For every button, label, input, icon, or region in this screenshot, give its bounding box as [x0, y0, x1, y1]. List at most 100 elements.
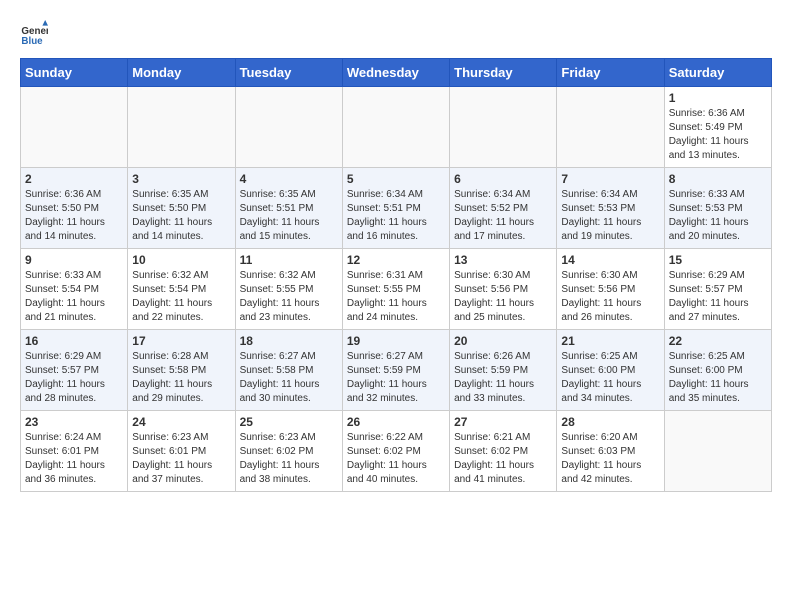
calendar-header-row: SundayMondayTuesdayWednesdayThursdayFrid…: [21, 59, 772, 87]
day-number: 15: [669, 253, 767, 267]
page-header: General Blue: [20, 20, 772, 48]
calendar-cell: 14 Sunrise: 6:30 AMSunset: 5:56 PMDaylig…: [557, 249, 664, 330]
day-info: Sunrise: 6:26 AMSunset: 5:59 PMDaylight:…: [454, 351, 534, 404]
calendar-cell: [664, 411, 771, 492]
calendar-cell: 23 Sunrise: 6:24 AMSunset: 6:01 PMDaylig…: [21, 411, 128, 492]
calendar-cell: 5 Sunrise: 6:34 AMSunset: 5:51 PMDayligh…: [342, 168, 449, 249]
day-info: Sunrise: 6:33 AMSunset: 5:54 PMDaylight:…: [25, 270, 105, 323]
calendar-table: SundayMondayTuesdayWednesdayThursdayFrid…: [20, 58, 772, 492]
day-info: Sunrise: 6:29 AMSunset: 5:57 PMDaylight:…: [25, 351, 105, 404]
calendar-cell: 16 Sunrise: 6:29 AMSunset: 5:57 PMDaylig…: [21, 330, 128, 411]
day-number: 23: [25, 415, 123, 429]
col-header-saturday: Saturday: [664, 59, 771, 87]
col-header-monday: Monday: [128, 59, 235, 87]
day-number: 9: [25, 253, 123, 267]
day-number: 12: [347, 253, 445, 267]
day-info: Sunrise: 6:35 AMSunset: 5:50 PMDaylight:…: [132, 189, 212, 242]
calendar-cell: [557, 87, 664, 168]
calendar-cell: 9 Sunrise: 6:33 AMSunset: 5:54 PMDayligh…: [21, 249, 128, 330]
day-number: 8: [669, 172, 767, 186]
day-info: Sunrise: 6:25 AMSunset: 6:00 PMDaylight:…: [669, 351, 749, 404]
calendar-cell: 28 Sunrise: 6:20 AMSunset: 6:03 PMDaylig…: [557, 411, 664, 492]
day-info: Sunrise: 6:21 AMSunset: 6:02 PMDaylight:…: [454, 432, 534, 485]
day-number: 6: [454, 172, 552, 186]
calendar-cell: 4 Sunrise: 6:35 AMSunset: 5:51 PMDayligh…: [235, 168, 342, 249]
day-number: 4: [240, 172, 338, 186]
calendar-week-1: 1 Sunrise: 6:36 AMSunset: 5:49 PMDayligh…: [21, 87, 772, 168]
col-header-sunday: Sunday: [21, 59, 128, 87]
day-number: 14: [561, 253, 659, 267]
day-number: 22: [669, 334, 767, 348]
day-info: Sunrise: 6:33 AMSunset: 5:53 PMDaylight:…: [669, 189, 749, 242]
day-info: Sunrise: 6:30 AMSunset: 5:56 PMDaylight:…: [561, 270, 641, 323]
day-number: 21: [561, 334, 659, 348]
day-number: 2: [25, 172, 123, 186]
day-info: Sunrise: 6:22 AMSunset: 6:02 PMDaylight:…: [347, 432, 427, 485]
calendar-cell: 2 Sunrise: 6:36 AMSunset: 5:50 PMDayligh…: [21, 168, 128, 249]
calendar-cell: 20 Sunrise: 6:26 AMSunset: 5:59 PMDaylig…: [450, 330, 557, 411]
day-info: Sunrise: 6:25 AMSunset: 6:00 PMDaylight:…: [561, 351, 641, 404]
calendar-cell: 8 Sunrise: 6:33 AMSunset: 5:53 PMDayligh…: [664, 168, 771, 249]
calendar-cell: 15 Sunrise: 6:29 AMSunset: 5:57 PMDaylig…: [664, 249, 771, 330]
calendar-cell: 19 Sunrise: 6:27 AMSunset: 5:59 PMDaylig…: [342, 330, 449, 411]
col-header-thursday: Thursday: [450, 59, 557, 87]
calendar-week-2: 2 Sunrise: 6:36 AMSunset: 5:50 PMDayligh…: [21, 168, 772, 249]
day-info: Sunrise: 6:34 AMSunset: 5:53 PMDaylight:…: [561, 189, 641, 242]
day-number: 25: [240, 415, 338, 429]
day-number: 5: [347, 172, 445, 186]
day-info: Sunrise: 6:27 AMSunset: 5:58 PMDaylight:…: [240, 351, 320, 404]
col-header-wednesday: Wednesday: [342, 59, 449, 87]
calendar-cell: [128, 87, 235, 168]
calendar-cell: 22 Sunrise: 6:25 AMSunset: 6:00 PMDaylig…: [664, 330, 771, 411]
calendar-cell: 26 Sunrise: 6:22 AMSunset: 6:02 PMDaylig…: [342, 411, 449, 492]
col-header-friday: Friday: [557, 59, 664, 87]
day-info: Sunrise: 6:27 AMSunset: 5:59 PMDaylight:…: [347, 351, 427, 404]
calendar-cell: [235, 87, 342, 168]
logo: General Blue: [20, 20, 48, 48]
calendar-cell: 6 Sunrise: 6:34 AMSunset: 5:52 PMDayligh…: [450, 168, 557, 249]
calendar-week-4: 16 Sunrise: 6:29 AMSunset: 5:57 PMDaylig…: [21, 330, 772, 411]
day-number: 24: [132, 415, 230, 429]
calendar-cell: 21 Sunrise: 6:25 AMSunset: 6:00 PMDaylig…: [557, 330, 664, 411]
col-header-tuesday: Tuesday: [235, 59, 342, 87]
calendar-cell: 7 Sunrise: 6:34 AMSunset: 5:53 PMDayligh…: [557, 168, 664, 249]
day-number: 10: [132, 253, 230, 267]
day-info: Sunrise: 6:24 AMSunset: 6:01 PMDaylight:…: [25, 432, 105, 485]
day-number: 17: [132, 334, 230, 348]
day-info: Sunrise: 6:34 AMSunset: 5:52 PMDaylight:…: [454, 189, 534, 242]
calendar-cell: 24 Sunrise: 6:23 AMSunset: 6:01 PMDaylig…: [128, 411, 235, 492]
calendar-cell: 18 Sunrise: 6:27 AMSunset: 5:58 PMDaylig…: [235, 330, 342, 411]
calendar-cell: 27 Sunrise: 6:21 AMSunset: 6:02 PMDaylig…: [450, 411, 557, 492]
day-info: Sunrise: 6:30 AMSunset: 5:56 PMDaylight:…: [454, 270, 534, 323]
calendar-cell: 1 Sunrise: 6:36 AMSunset: 5:49 PMDayligh…: [664, 87, 771, 168]
calendar-cell: 10 Sunrise: 6:32 AMSunset: 5:54 PMDaylig…: [128, 249, 235, 330]
day-info: Sunrise: 6:29 AMSunset: 5:57 PMDaylight:…: [669, 270, 749, 323]
day-info: Sunrise: 6:28 AMSunset: 5:58 PMDaylight:…: [132, 351, 212, 404]
day-info: Sunrise: 6:32 AMSunset: 5:54 PMDaylight:…: [132, 270, 212, 323]
calendar-cell: 17 Sunrise: 6:28 AMSunset: 5:58 PMDaylig…: [128, 330, 235, 411]
calendar-cell: 13 Sunrise: 6:30 AMSunset: 5:56 PMDaylig…: [450, 249, 557, 330]
day-info: Sunrise: 6:34 AMSunset: 5:51 PMDaylight:…: [347, 189, 427, 242]
calendar-cell: 25 Sunrise: 6:23 AMSunset: 6:02 PMDaylig…: [235, 411, 342, 492]
calendar-cell: [342, 87, 449, 168]
day-number: 11: [240, 253, 338, 267]
day-number: 3: [132, 172, 230, 186]
calendar-cell: [21, 87, 128, 168]
calendar-week-5: 23 Sunrise: 6:24 AMSunset: 6:01 PMDaylig…: [21, 411, 772, 492]
day-info: Sunrise: 6:20 AMSunset: 6:03 PMDaylight:…: [561, 432, 641, 485]
calendar-week-3: 9 Sunrise: 6:33 AMSunset: 5:54 PMDayligh…: [21, 249, 772, 330]
day-number: 18: [240, 334, 338, 348]
day-number: 20: [454, 334, 552, 348]
calendar-cell: [450, 87, 557, 168]
day-number: 28: [561, 415, 659, 429]
day-number: 13: [454, 253, 552, 267]
logo-icon: General Blue: [20, 20, 48, 48]
day-number: 19: [347, 334, 445, 348]
day-info: Sunrise: 6:23 AMSunset: 6:02 PMDaylight:…: [240, 432, 320, 485]
day-number: 27: [454, 415, 552, 429]
day-info: Sunrise: 6:32 AMSunset: 5:55 PMDaylight:…: [240, 270, 320, 323]
calendar-cell: 12 Sunrise: 6:31 AMSunset: 5:55 PMDaylig…: [342, 249, 449, 330]
day-number: 16: [25, 334, 123, 348]
svg-text:Blue: Blue: [21, 36, 43, 47]
day-info: Sunrise: 6:31 AMSunset: 5:55 PMDaylight:…: [347, 270, 427, 323]
